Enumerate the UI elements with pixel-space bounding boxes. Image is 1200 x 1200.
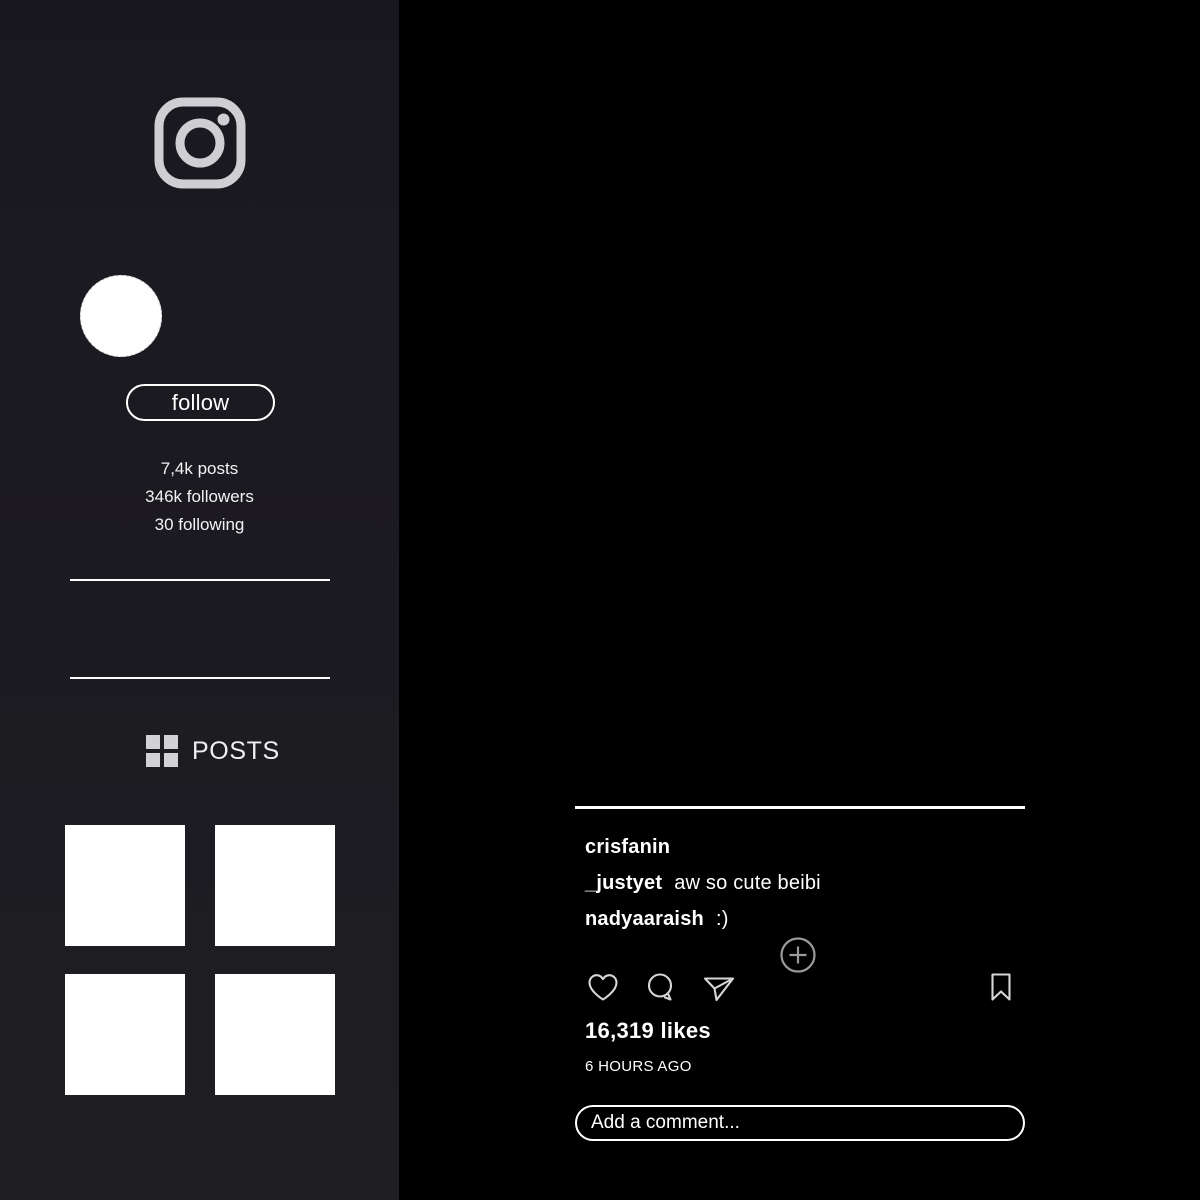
share-paper-plane-icon[interactable] [701, 969, 737, 1010]
post-timestamp: 6 HOURS AGO [585, 1058, 692, 1075]
comment-text: :) [715, 908, 729, 930]
divider-bottom [70, 677, 330, 679]
comment-username[interactable]: nadyaaraish [585, 908, 704, 930]
instagram-logo-icon[interactable] [153, 96, 247, 190]
post-thumbnail[interactable] [65, 974, 185, 1095]
post-thumbnail[interactable] [65, 825, 185, 946]
profile-stats: 7,4k posts 346k followers 30 following [0, 455, 399, 539]
avatar[interactable] [80, 275, 162, 357]
list-item[interactable]: _justyet aw so cute beibi [585, 865, 1025, 901]
add-comment-input[interactable] [575, 1105, 1025, 1141]
post-thumbnail-grid [65, 825, 335, 1095]
bookmark-icon[interactable] [983, 969, 1019, 1010]
stat-posts: 7,4k posts [160, 459, 239, 478]
post-thumbnail[interactable] [215, 825, 335, 946]
comment-bubble-icon[interactable] [643, 969, 679, 1010]
post-thumbnail[interactable] [215, 974, 335, 1095]
posts-tab-label: POSTS [192, 736, 280, 765]
follow-button[interactable]: follow [126, 384, 275, 421]
stat-followers: 346k followers [145, 487, 254, 506]
likes-count: 16,319 likes [585, 1018, 711, 1043]
grid-icon [146, 735, 178, 767]
divider-top [70, 579, 330, 581]
comment-list: crisfanin _justyet aw so cute beibi nadya… [585, 829, 1025, 937]
post-divider [575, 806, 1025, 809]
post-action-bar [585, 969, 1025, 1011]
list-item[interactable]: nadyaaraish:) [585, 901, 1025, 937]
list-item[interactable]: crisfanin [585, 829, 1025, 865]
post-detail-pane: crisfanin _justyet aw so cute beibi nadya… [399, 0, 1200, 1200]
comment-text: aw so cute beibi [674, 872, 821, 894]
comment-username[interactable]: crisfanin [585, 836, 670, 858]
sidebar-item-posts[interactable]: POSTS [146, 735, 280, 767]
heart-icon[interactable] [585, 969, 621, 1010]
instagram-profile-screen: follow 7,4k posts 346k followers 30 foll… [0, 0, 1200, 1200]
profile-sidebar: follow 7,4k posts 346k followers 30 foll… [0, 0, 399, 1200]
stat-following: 30 following [154, 515, 245, 534]
post-media[interactable] [399, 0, 1200, 805]
comment-username[interactable]: _justyet [585, 872, 662, 894]
